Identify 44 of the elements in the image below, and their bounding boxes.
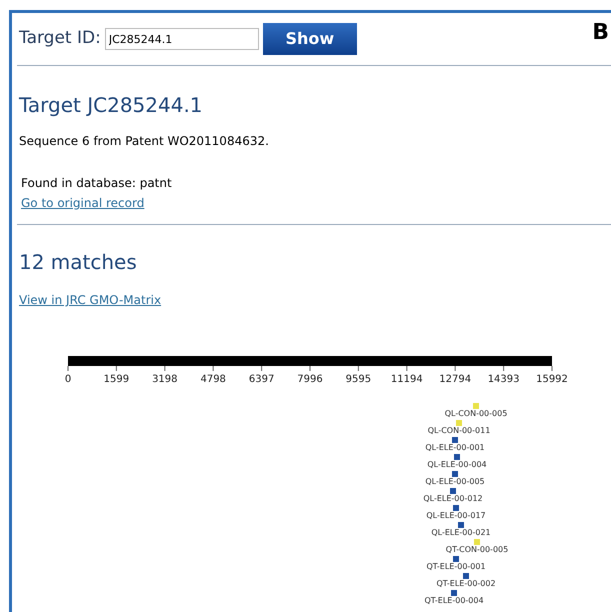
target-title: Target JC285244.1 [19,92,204,119]
match-label: QT-ELE-00-001 [426,562,486,571]
panel-letter: B [592,22,609,44]
scale-label: 11194 [390,374,423,385]
scale-label: 6397 [248,374,274,385]
sequence-description: Sequence 6 from Patent WO2011084632. [19,133,270,150]
match-marker[interactable] [452,437,458,443]
match-label: QT-ELE-00-004 [424,596,484,605]
match-label: QL-ELE-00-017 [426,511,486,520]
match-label: QL-ELE-00-012 [423,494,483,503]
match-label: QL-ELE-00-004 [427,460,487,469]
match-marker[interactable] [463,573,469,579]
scale-label: 3198 [152,374,178,385]
match-label: QL-ELE-00-001 [425,443,485,452]
match-label: QL-CON-00-011 [428,426,490,435]
match-marker[interactable] [453,556,459,562]
match-marker[interactable] [453,505,459,511]
match-label: QT-ELE-00-002 [436,579,496,588]
scale-label: 0 [64,374,72,385]
scale-label: 4798 [200,374,226,385]
scale-label: 1599 [104,374,130,385]
match-marker[interactable] [474,539,480,545]
scale-label: 12794 [439,374,472,385]
match-label: QT-CON-00-005 [446,545,508,554]
match-marker[interactable] [473,403,479,409]
scale-label: 9595 [346,374,372,385]
match-label: QL-CON-00-005 [444,409,508,418]
scale-label: 15992 [536,374,568,385]
match-marker[interactable] [452,471,458,477]
scale-label: 14393 [488,374,520,385]
match-marker[interactable] [458,522,464,528]
match-marker[interactable] [451,590,457,596]
show-button[interactable]: Show [262,23,357,55]
match-marker[interactable] [450,488,456,494]
match-marker[interactable] [454,454,460,460]
gmo-matrix-link[interactable]: View in JRC GMO-Matrix [19,291,162,309]
scale-label: 7996 [297,374,323,385]
database-text: Found in database: patnt [21,175,173,192]
original-record-link[interactable]: Go to original record [21,194,144,212]
matches-title: 12 matches [19,249,138,276]
match-label: QL-ELE-00-005 [425,477,485,486]
target-id-label: Target ID: [19,27,101,50]
match-marker[interactable] [456,420,462,426]
match-label: QL-ELE-00-021 [431,528,491,537]
